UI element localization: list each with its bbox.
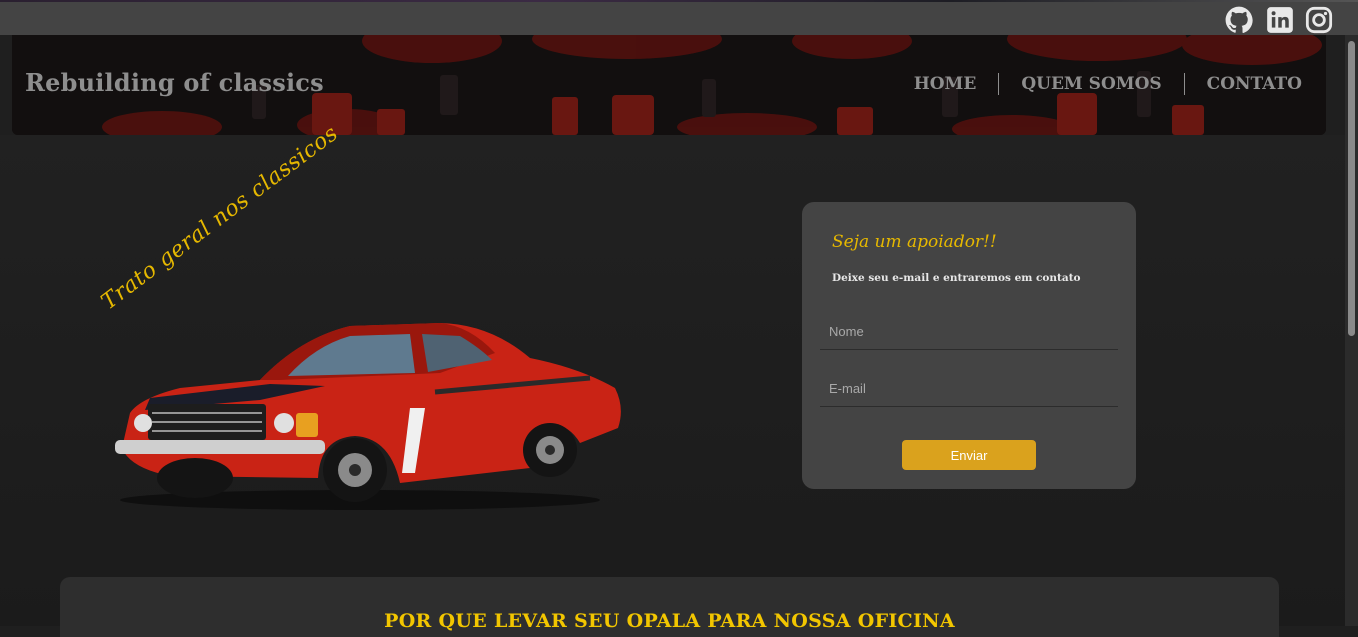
section-title: POR QUE LEVAR SEU OPALA PARA NOSSA OFICI… bbox=[384, 610, 955, 632]
nav-divider bbox=[998, 73, 1000, 95]
instagram-icon[interactable] bbox=[1305, 6, 1333, 34]
nav-divider bbox=[1183, 73, 1185, 95]
nav-contato[interactable]: CONTATO bbox=[1203, 74, 1306, 94]
nav-home[interactable]: HOME bbox=[910, 74, 981, 94]
classic-car-image bbox=[115, 323, 621, 510]
scrollbar-thumb[interactable] bbox=[1348, 41, 1355, 336]
name-input[interactable] bbox=[820, 314, 1118, 350]
nav-quem-somos[interactable]: QUEM SOMOS bbox=[1017, 74, 1165, 94]
why-section: POR QUE LEVAR SEU OPALA PARA NOSSA OFICI… bbox=[60, 577, 1279, 637]
supporter-form: Seja um apoiador!! Deixe seu e-mail e en… bbox=[802, 202, 1136, 489]
form-subtitle: Deixe seu e-mail e entraremos em contato bbox=[832, 272, 1081, 284]
form-title: Seja um apoiador!! bbox=[832, 232, 997, 252]
email-input[interactable] bbox=[820, 371, 1118, 407]
social-bar bbox=[0, 2, 1358, 35]
brand-title[interactable]: Rebuilding of classics bbox=[25, 68, 324, 97]
site-header: Rebuilding of classics HOME QUEM SOMOS C… bbox=[12, 35, 1326, 135]
send-button[interactable]: Enviar bbox=[902, 440, 1036, 470]
linkedin-icon[interactable] bbox=[1266, 6, 1294, 34]
github-icon[interactable] bbox=[1225, 6, 1253, 34]
main-nav: HOME QUEM SOMOS CONTATO bbox=[910, 73, 1306, 95]
page-scrollbar[interactable] bbox=[1345, 35, 1358, 626]
